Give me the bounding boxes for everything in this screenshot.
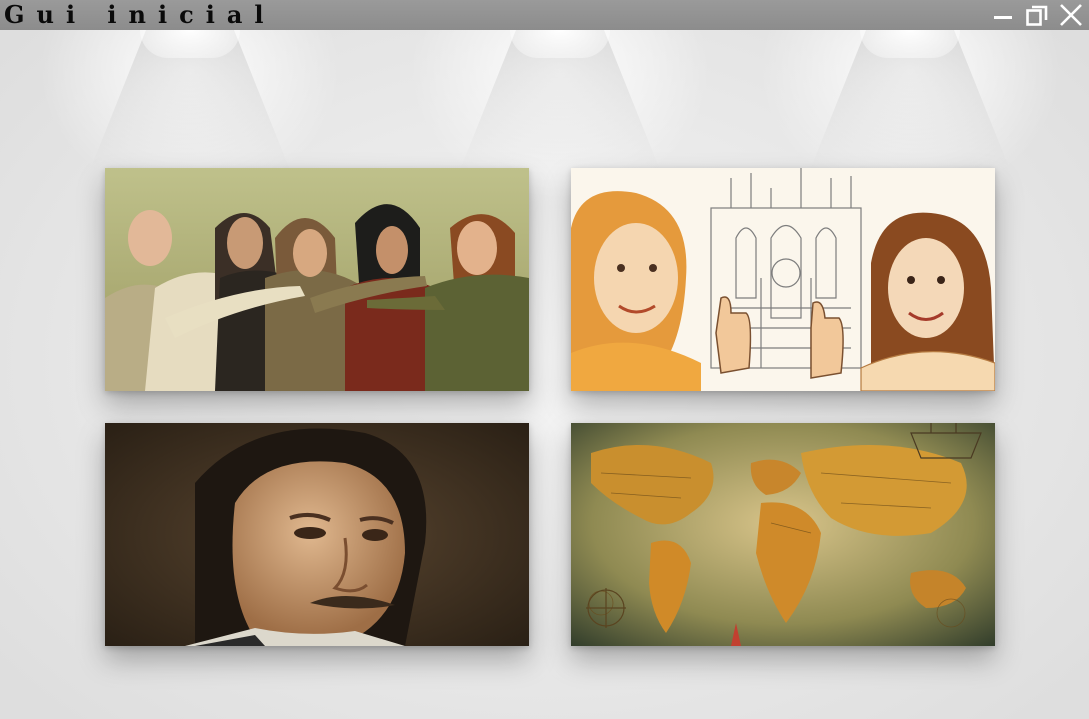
bearded-man-portrait-image	[105, 423, 529, 646]
renaissance-men-pointing-image	[105, 168, 529, 391]
minimize-icon	[994, 16, 1012, 19]
restore-icon	[1026, 5, 1048, 26]
spotlight-lamp	[140, 30, 240, 58]
painting-renaissance-men[interactable]	[105, 168, 529, 391]
gallery-wall	[0, 30, 1089, 719]
painting-two-women[interactable]	[571, 168, 995, 391]
two-women-thumbs-up-cathedral-image	[571, 168, 995, 391]
spotlight-lamp	[860, 30, 960, 58]
close-icon	[1060, 4, 1082, 26]
spotlight-lamp	[510, 30, 610, 58]
maximize-button[interactable]	[1023, 1, 1051, 29]
window-controls	[989, 0, 1085, 30]
minimize-button[interactable]	[989, 1, 1017, 29]
title-bar: Gui inicial	[0, 0, 1089, 30]
painting-world-map[interactable]	[571, 423, 995, 646]
window-title: Gui inicial	[4, 0, 276, 29]
close-button[interactable]	[1057, 1, 1085, 29]
painting-bearded-man[interactable]	[105, 423, 529, 646]
antique-world-map-image	[571, 423, 995, 646]
